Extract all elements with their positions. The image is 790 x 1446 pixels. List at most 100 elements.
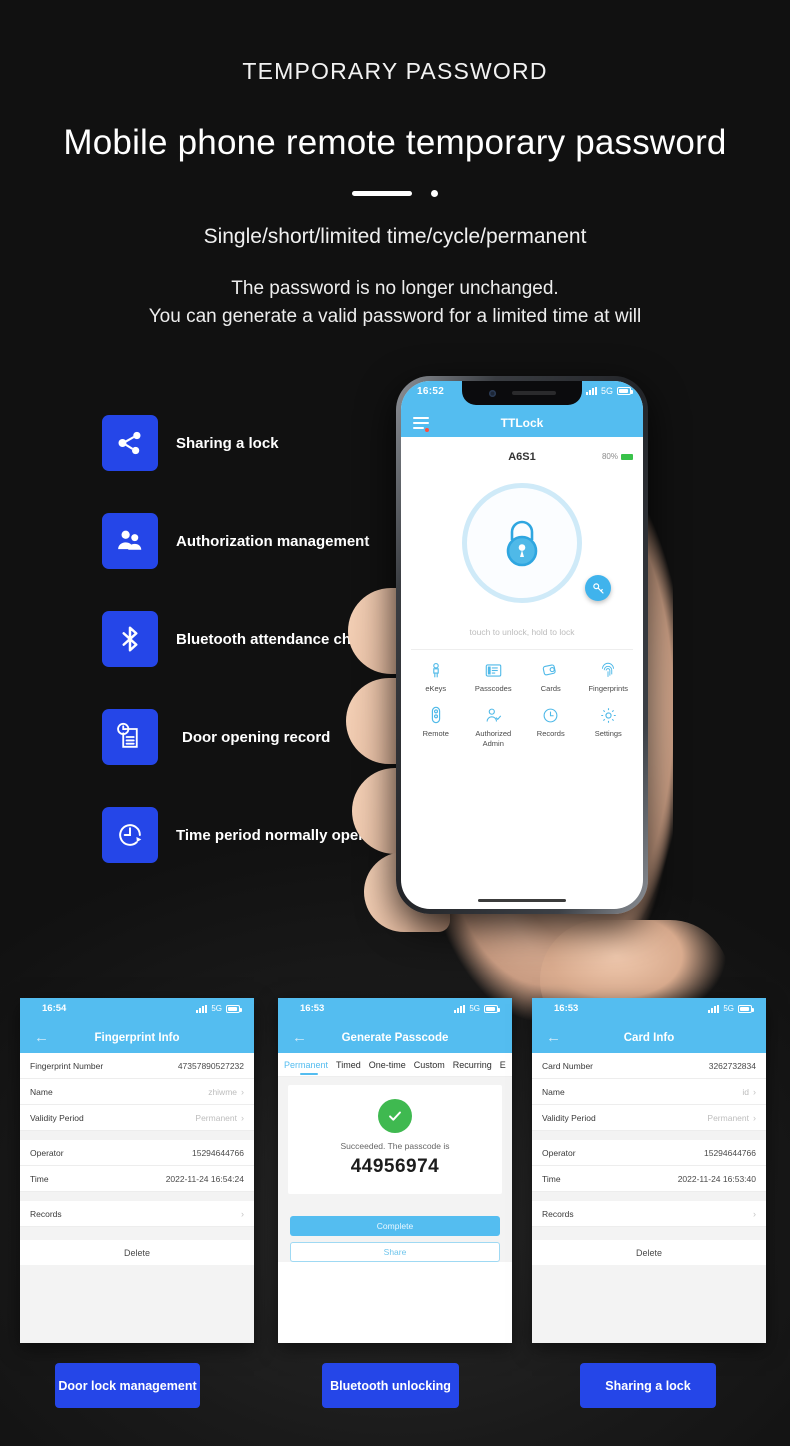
section-gap xyxy=(532,1131,766,1140)
unlock-hint: touch to unlock, hold to lock xyxy=(469,627,575,637)
row-label: Validity Period xyxy=(30,1112,84,1123)
empty-space xyxy=(20,1265,254,1343)
key-icon[interactable] xyxy=(585,575,611,601)
action-buttons: Complete Share xyxy=(290,1216,500,1262)
hamburger-icon[interactable] xyxy=(413,417,429,432)
tab-custom[interactable]: Custom xyxy=(414,1060,445,1070)
users-icon xyxy=(102,513,158,569)
page-title: Mobile phone remote temporary password xyxy=(63,123,727,162)
battery-icon xyxy=(621,453,633,460)
grid-item-cards[interactable]: Cards xyxy=(522,660,580,693)
grid-item-passcodes[interactable]: Passcodes xyxy=(465,660,523,693)
app-bar: TTLock xyxy=(401,409,643,437)
row-value: 2022-11-24 16:54:24 xyxy=(165,1173,244,1184)
grid-label: Settings xyxy=(594,729,622,739)
cta-sharing-a-lock[interactable]: Sharing a lock xyxy=(580,1363,716,1408)
passcode-icon xyxy=(465,660,523,680)
screenshot-row: 16:54 5G ← Fingerprint Info Fingerprint … xyxy=(0,998,790,1346)
status-indicators: 5G xyxy=(454,1004,500,1013)
table-row[interactable]: Name zhiwme › xyxy=(20,1079,254,1105)
home-indicator xyxy=(478,899,566,902)
nav-bar: ← Card Info xyxy=(532,1023,766,1053)
tab-erase[interactable]: E xyxy=(500,1060,506,1070)
network-label: 5G xyxy=(211,1004,222,1013)
success-check-icon xyxy=(378,1099,412,1133)
grid-item-remote[interactable]: Remote xyxy=(407,705,465,748)
eyebrow-text: TEMPORARY PASSWORD xyxy=(242,58,548,84)
grid-item-settings[interactable]: Settings xyxy=(580,705,638,748)
row-value: 2022-11-24 16:53:40 xyxy=(677,1173,756,1184)
lock-battery: 80% xyxy=(602,452,633,461)
chevron-right-icon: › xyxy=(753,1086,756,1097)
delete-button[interactable]: Delete xyxy=(532,1240,766,1265)
back-arrow-icon[interactable]: ← xyxy=(292,1030,307,1045)
table-row[interactable]: Validity Period Permanent › xyxy=(532,1105,766,1131)
row-value: zhiwme xyxy=(208,1086,237,1097)
screenshot-card-info: 16:53 5G ← Card Info Card Number 3262732… xyxy=(532,998,766,1343)
active-tab-underline xyxy=(300,1073,318,1075)
table-row: Fingerprint Number 47357890527232 xyxy=(20,1053,254,1079)
signal-bars-icon xyxy=(454,1004,466,1013)
row-value: Permanent xyxy=(707,1112,749,1123)
status-indicators: 5G xyxy=(196,1004,242,1013)
signal-bars-icon xyxy=(708,1004,720,1013)
complete-button[interactable]: Complete xyxy=(290,1216,500,1236)
status-bar: 16:54 5G xyxy=(20,998,254,1023)
grid-item-authorized-admin[interactable]: Authorized Admin xyxy=(465,705,523,748)
cta-bluetooth-unlocking[interactable]: Bluetooth unlocking xyxy=(322,1363,459,1408)
divider-dot xyxy=(431,190,438,197)
signal-bars-icon xyxy=(585,387,597,395)
status-indicators: 5G xyxy=(585,386,633,396)
passcode-result-card: Succeeded. The passcode is 44956974 xyxy=(288,1085,502,1194)
row-value: id xyxy=(742,1086,749,1097)
table-row: Time 2022-11-24 16:54:24 xyxy=(20,1166,254,1192)
share-button[interactable]: Share xyxy=(290,1242,500,1262)
tab-recurring[interactable]: Recurring xyxy=(453,1060,492,1070)
table-row: Card Number 3262732834 xyxy=(532,1053,766,1079)
screen-title: Card Info xyxy=(623,1032,675,1044)
row-value: Permanent xyxy=(195,1112,237,1123)
status-time: 16:53 xyxy=(300,1003,325,1014)
clock-arrow-icon xyxy=(102,807,158,863)
tab-one-time[interactable]: One-time xyxy=(369,1060,406,1070)
subtitle: Single/short/limited time/cycle/permanen… xyxy=(203,225,587,248)
page-root: TEMPORARY PASSWORD Mobile phone remote t… xyxy=(0,0,790,1446)
nav-bar: ← Generate Passcode xyxy=(278,1023,512,1053)
back-arrow-icon[interactable]: ← xyxy=(34,1030,49,1045)
grid-item-fingerprints[interactable]: Fingerprints xyxy=(580,660,638,693)
document-clock-icon xyxy=(102,709,158,765)
table-row[interactable]: Validity Period Permanent › xyxy=(20,1105,254,1131)
grid-label: Authorized Admin xyxy=(475,729,512,748)
divider-bar xyxy=(352,191,412,196)
row-label: Operator xyxy=(542,1147,576,1158)
info-rows: Card Number 3262732834 Name id › Validity… xyxy=(532,1053,766,1227)
status-indicators: 5G xyxy=(708,1004,754,1013)
phone-device: 16:52 5G TTLock A6S1 80% touch to unlock… xyxy=(396,376,648,914)
section-gap xyxy=(532,1192,766,1201)
network-label: 5G xyxy=(469,1004,480,1013)
back-arrow-icon[interactable]: ← xyxy=(546,1030,561,1045)
status-time: 16:54 xyxy=(42,1003,67,1014)
delete-button[interactable]: Delete xyxy=(20,1240,254,1265)
empty-space xyxy=(532,1265,766,1343)
row-label: Records xyxy=(542,1208,574,1219)
tab-permanent[interactable]: Permanent xyxy=(284,1060,328,1070)
description-line-2: You can generate a valid password for a … xyxy=(148,305,642,327)
passcode-type-tabs: Permanent Timed One-time Custom Recurrin… xyxy=(278,1053,512,1077)
row-label: Records xyxy=(30,1208,62,1219)
grid-label: Records xyxy=(536,729,565,739)
table-row[interactable]: Records › xyxy=(532,1201,766,1227)
table-row[interactable]: Name id › xyxy=(532,1079,766,1105)
row-value: 15294644766 xyxy=(191,1147,244,1158)
row-value: 47357890527232 xyxy=(177,1060,244,1071)
grid-item-ekeys[interactable]: eKeys xyxy=(407,660,465,693)
tab-timed[interactable]: Timed xyxy=(336,1060,361,1070)
nav-bar: ← Fingerprint Info xyxy=(20,1023,254,1053)
unlock-button[interactable] xyxy=(462,483,582,603)
table-row[interactable]: Records › xyxy=(20,1201,254,1227)
network-label: 5G xyxy=(723,1004,734,1013)
grid-item-records[interactable]: Records xyxy=(522,705,580,748)
cta-door-lock-management[interactable]: Door lock management xyxy=(55,1363,200,1408)
screen-title: Generate Passcode xyxy=(341,1032,449,1044)
grid-label: Remote xyxy=(422,729,449,739)
